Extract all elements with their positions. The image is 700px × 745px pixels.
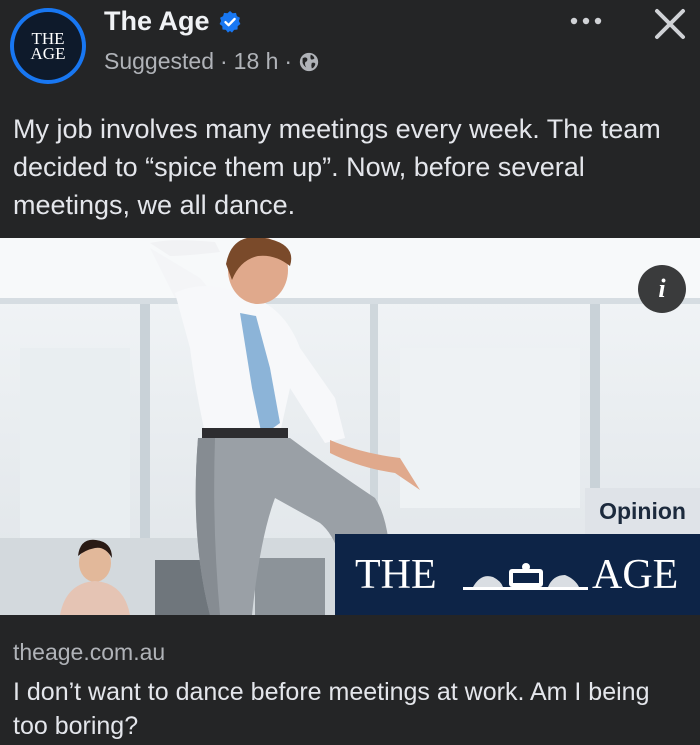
page-name-label: The Age (104, 6, 210, 36)
info-icon[interactable]: i (638, 265, 686, 313)
link-headline[interactable]: I don’t want to dance before meetings at… (13, 675, 683, 743)
post-meta: Suggested · 18 h · (104, 48, 320, 75)
avatar-logo: THE AGE (14, 12, 82, 80)
link-domain: theage.com.au (13, 639, 166, 665)
banner-text-right: AGE (592, 552, 679, 598)
opinion-label: Opinion (585, 488, 700, 534)
banner-text-left: THE (355, 552, 437, 598)
post-caption: My job involves many meetings every week… (13, 114, 661, 220)
feed-post: THE AGE The Age Suggested · 18 h · My jo… (0, 0, 700, 745)
post-header: THE AGE The Age Suggested · 18 h · (0, 0, 700, 95)
post-time[interactable]: 18 h (234, 48, 279, 75)
link-preview-footer[interactable]: theage.com.au I don’t want to dance befo… (0, 615, 700, 745)
globe-icon (299, 52, 319, 71)
meta-separator: · (219, 48, 228, 74)
page-name[interactable]: The Age (104, 6, 242, 37)
meta-separator: · (284, 48, 293, 74)
more-options-icon[interactable] (566, 6, 606, 36)
avatar-logo-line2: AGE (30, 44, 66, 63)
avatar[interactable]: THE AGE (10, 8, 86, 84)
suggested-label: Suggested (104, 48, 214, 74)
close-icon[interactable] (652, 6, 688, 42)
verified-badge-icon (219, 10, 240, 33)
crest-icon (463, 563, 588, 590)
the-age-banner-logo: THE AGE (335, 534, 700, 615)
avatar-logo-line1: THE (31, 29, 65, 48)
